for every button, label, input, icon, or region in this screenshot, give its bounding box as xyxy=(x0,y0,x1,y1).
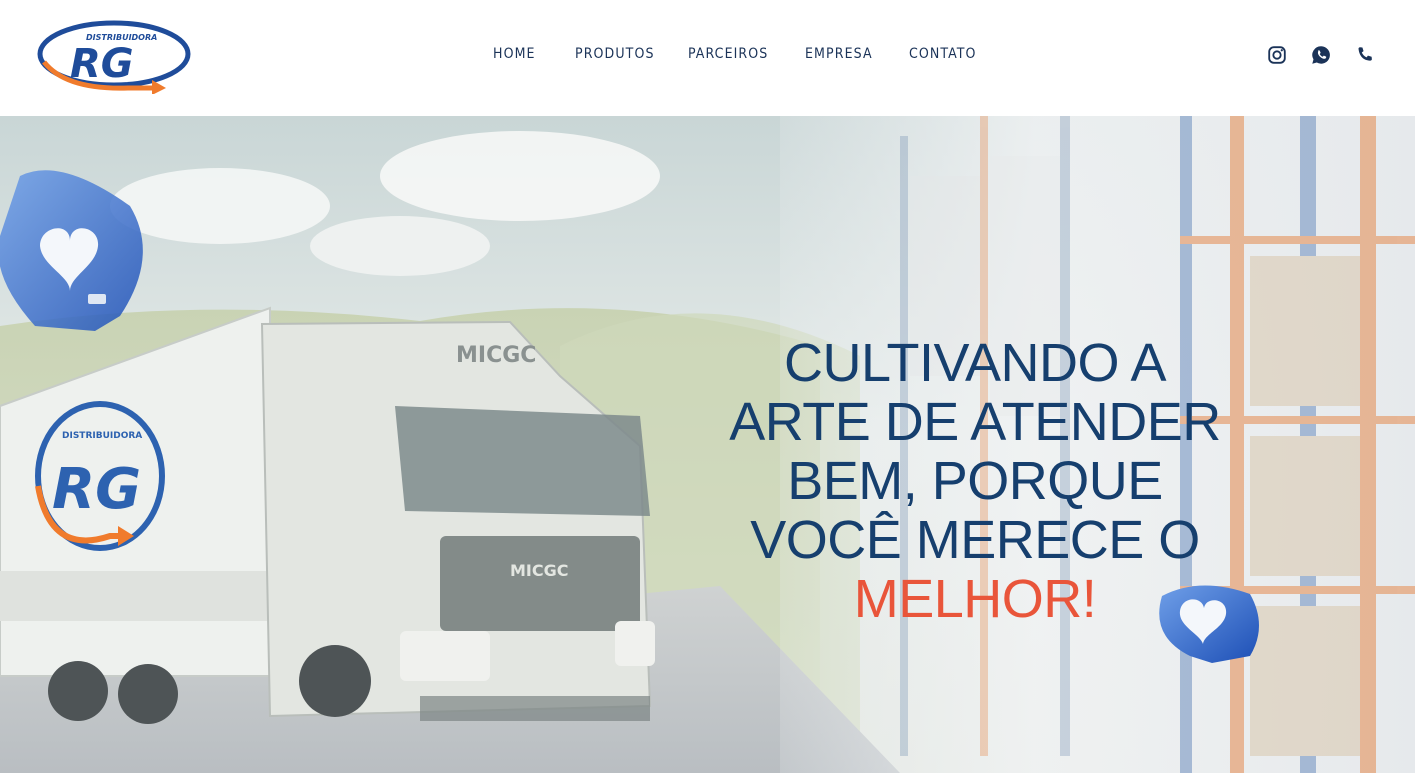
headline-line-1: CULTIVANDO A xyxy=(783,333,1167,393)
truck-logo-letters: RG xyxy=(52,457,141,522)
nav-parceiros[interactable]: PARCEIROS xyxy=(688,44,768,64)
headline-line-3: BEM, PORQUE xyxy=(787,451,1163,511)
site-header: DISTRIBUIDORA RG HOME PRODUTOS PARCEIROS… xyxy=(0,0,1415,116)
phone-icon[interactable] xyxy=(1354,44,1376,66)
truck-brand-grille: MICGC xyxy=(510,561,569,580)
nav-empresa-label: EMPRESA xyxy=(805,46,873,62)
nav-contato-label: CONTATO xyxy=(909,46,977,62)
hero-headline: CULTIVANDO A ARTE DE ATENDER BEM, PORQUE… xyxy=(700,334,1250,629)
nav-produtos-label: PRODUTOS xyxy=(575,46,655,62)
whatsapp-icon[interactable] xyxy=(1310,44,1332,66)
truck-brand-top: MICGC xyxy=(456,343,536,368)
nav-contato[interactable]: CONTATO xyxy=(909,44,977,64)
logo-letters: RG xyxy=(70,41,134,87)
brand-logo[interactable]: DISTRIBUIDORA RG xyxy=(36,18,192,95)
nav-home[interactable]: HOME xyxy=(493,44,536,64)
nav-empresa[interactable]: EMPRESA xyxy=(805,44,873,64)
nav-home-label: HOME xyxy=(493,46,536,62)
truck-logo-top-text: DISTRIBUIDORA xyxy=(62,431,142,441)
nav-parceiros-label: PARCEIROS xyxy=(688,46,769,62)
nav-produtos[interactable]: PRODUTOS xyxy=(575,44,655,64)
headline-line-4: VOCÊ MERECE O xyxy=(750,510,1200,570)
instagram-icon[interactable] xyxy=(1266,44,1288,66)
headline-accent: MELHOR! xyxy=(853,569,1097,629)
hero-banner: MICGC MICGC DISTRIBUIDORA RG CULTIVANDO … xyxy=(0,116,1415,773)
headline-line-2: ARTE DE ATENDER xyxy=(729,392,1221,452)
